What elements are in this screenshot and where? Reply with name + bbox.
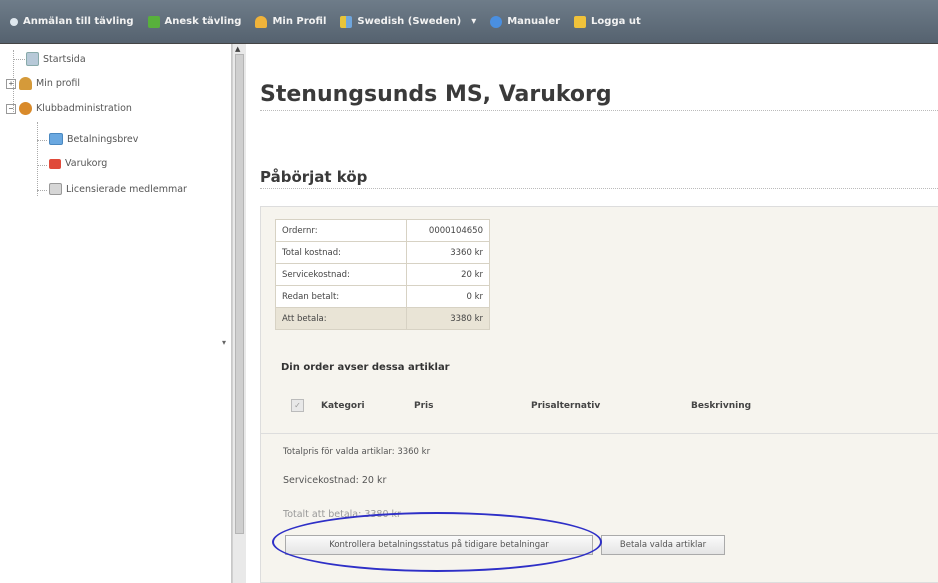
total-selected-text: Totalpris för valda artiklar: 3360 kr <box>283 447 431 457</box>
items-table-header: ✓ Kategori Pris Prisalternativ Beskrivni… <box>281 399 921 415</box>
column-header: Pris <box>414 401 434 411</box>
summary-key: Servicekostnad: <box>275 263 407 286</box>
table-row: Total kostnad: 3360 kr <box>275 241 490 264</box>
summary-key: Redan betalt: <box>275 285 407 308</box>
tree-connector <box>37 140 47 141</box>
tree-item-klubbadministration[interactable]: − Klubbadministration <box>6 102 132 115</box>
help-icon <box>490 15 503 28</box>
main-content: Stenungsunds MS, Varukorg Påbörjat köp O… <box>246 44 938 583</box>
tree-item-varukorg[interactable]: Varukorg <box>49 158 107 169</box>
section-title: Påbörjat köp <box>260 168 368 186</box>
summary-value: 0 kr <box>406 285 490 308</box>
service-cost-text: Servicekostnad: 20 kr <box>283 475 387 486</box>
tree-item-label: Klubbadministration <box>36 103 132 114</box>
tree-item-licensierade-medlemmar[interactable]: Licensierade medlemmar <box>49 183 187 195</box>
toolbar-register-button[interactable]: Anesk tävling <box>147 15 242 28</box>
toolbar-manuals-label: Manualer <box>507 16 561 27</box>
flags-icon <box>340 15 353 28</box>
navigation-tree: Startsida + Min profil − Klubbadministra… <box>0 44 232 583</box>
summary-key: Att betala: <box>275 307 407 330</box>
select-all-checkbox[interactable]: ✓ <box>291 399 304 412</box>
summary-value: 3360 kr <box>406 241 490 264</box>
tree-item-label: Startsida <box>43 53 86 65</box>
tree-connector <box>13 59 25 60</box>
tree-item-label: Varukorg <box>65 158 108 169</box>
club-icon <box>19 102 32 115</box>
tree-connector <box>37 190 47 191</box>
table-row: Ordernr: 0000104650 <box>275 219 490 242</box>
door-icon <box>574 15 587 28</box>
members-icon <box>49 183 62 195</box>
tree-item-label: Betalningsbrev <box>67 133 139 145</box>
summary-key: Ordernr: <box>275 219 407 242</box>
page-title: Stenungsunds MS, Varukorg <box>260 82 612 107</box>
toolbar-manuals-button[interactable]: Manualer <box>490 15 561 28</box>
runner-icon <box>147 15 160 28</box>
toolbar-profile-button[interactable]: Min Profil <box>255 15 327 28</box>
toolbar-register-label: Anesk tävling <box>164 16 242 27</box>
tree-item-min-profil[interactable]: + Min profil <box>6 77 80 90</box>
top-toolbar: Anmälan till tävling Anesk tävling Min P… <box>0 0 938 44</box>
tree-scrollbar[interactable]: ▲ <box>232 44 246 583</box>
toolbar-logout-button[interactable]: Logga ut <box>574 15 641 28</box>
pay-selected-button[interactable]: Betala valda artiklar <box>601 535 725 555</box>
table-row: Servicekostnad: 20 kr <box>275 263 490 286</box>
chevron-down-icon: ▾ <box>471 16 477 27</box>
table-row: Redan betalt: 0 kr <box>275 285 490 308</box>
scrollbar-thumb[interactable] <box>235 54 244 534</box>
toolbar-logout-label: Logga ut <box>591 16 641 27</box>
summary-key: Total kostnad: <box>275 241 407 264</box>
bullet-icon <box>10 17 18 26</box>
language-label: Swedish (Sweden) <box>357 16 462 27</box>
column-header: Beskrivning <box>691 401 752 411</box>
column-header: Kategori <box>321 401 365 411</box>
tree-item-label: Min profil <box>36 78 81 89</box>
toolbar-profile-label: Min Profil <box>272 16 327 27</box>
language-select[interactable]: Swedish (Sweden) ▾ <box>340 15 477 28</box>
toolbar-signup-label: Anmälan till tävling <box>23 16 134 27</box>
tree-connector <box>37 122 38 196</box>
cart-icon <box>49 158 61 169</box>
person-icon <box>255 15 268 28</box>
order-summary-table: Ordernr: 0000104650 Total kostnad: 3360 … <box>275 219 490 330</box>
user-icon <box>19 77 32 90</box>
summary-value: 3380 kr <box>406 307 490 330</box>
order-items-heading: Din order avser dessa artiklar <box>281 362 450 373</box>
letter-icon <box>49 133 63 145</box>
section-divider <box>260 188 938 189</box>
items-divider <box>261 433 938 434</box>
highlight-annotation <box>272 512 602 572</box>
scroll-up-icon[interactable]: ▲ <box>235 45 240 53</box>
toolbar-signup-button[interactable]: Anmälan till tävling <box>10 16 134 27</box>
tree-item-startsida[interactable]: Startsida <box>26 52 86 66</box>
column-header: Prisalternativ <box>531 401 601 411</box>
page-icon <box>26 52 39 66</box>
summary-value: 0000104650 <box>406 219 490 242</box>
tree-item-label: Licensierade medlemmar <box>66 183 187 195</box>
collapse-icon[interactable]: − <box>6 103 16 114</box>
tree-item-betalningsbrev[interactable]: Betalningsbrev <box>49 133 138 145</box>
summary-value: 20 kr <box>406 263 490 286</box>
table-row: Att betala: 3380 kr <box>275 307 490 330</box>
expand-icon[interactable]: + <box>6 78 16 89</box>
tree-connector <box>37 165 47 166</box>
splitter-arrow-icon[interactable]: ▾ <box>222 338 226 347</box>
title-divider <box>260 110 938 111</box>
